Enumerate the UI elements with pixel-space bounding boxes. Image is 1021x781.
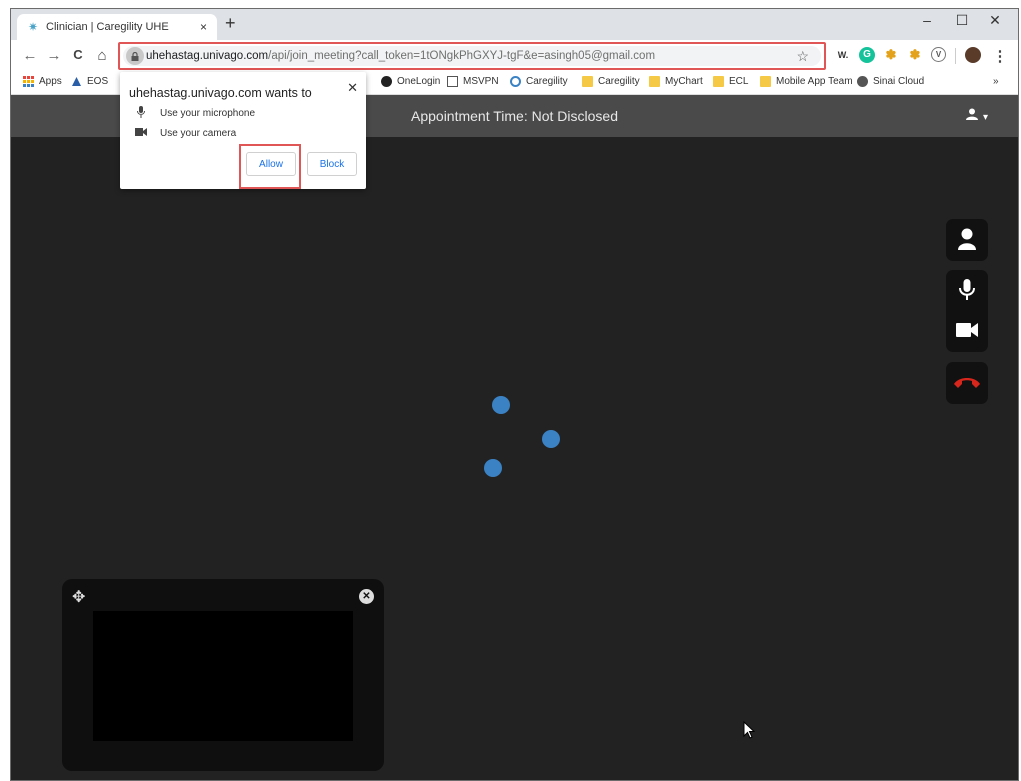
person-icon (958, 228, 976, 250)
new-tab-button[interactable]: + (225, 13, 236, 34)
browser-window: ✷ Clinician | Caregility UHE × + – ☐ ✕ ←… (10, 8, 1019, 781)
chevron-down-icon: ▾ (982, 112, 988, 123)
bookmark-label: Caregility (526, 76, 568, 87)
bookmark-ecl[interactable]: ECL (713, 76, 748, 87)
forward-button[interactable]: → (45, 47, 63, 64)
video-stage: ✥ ✕ (11, 137, 1018, 780)
microphone-icon (134, 106, 148, 121)
toolbar-divider (955, 48, 956, 64)
tab-strip: ✷ Clinician | Caregility UHE × + – ☐ ✕ (11, 9, 1018, 40)
video-camera-icon (134, 128, 148, 139)
bookmark-mychart[interactable]: MyChart (649, 76, 703, 87)
phone-hangup-icon (954, 378, 980, 388)
address-bar[interactable]: uhehastag.univago.com/api/join_meeting?c… (123, 46, 821, 66)
loading-dot (484, 459, 502, 477)
bookmark-mobile-app-team[interactable]: Mobile App Team (760, 76, 853, 87)
reload-button[interactable]: C (69, 47, 87, 62)
user-menu-button[interactable]: ▾ (965, 107, 988, 123)
bookmark-star-icon[interactable]: ☆ (796, 48, 809, 65)
home-button[interactable]: ⌂ (93, 47, 111, 64)
loading-dot (542, 430, 560, 448)
minimize-button[interactable]: – (911, 12, 943, 28)
video-camera-icon (956, 323, 978, 337)
globe-icon (857, 76, 868, 87)
microphone-button[interactable] (946, 270, 988, 310)
bookmark-label: OneLogin (397, 76, 441, 87)
allow-button[interactable]: Allow (246, 152, 296, 176)
appointment-time: Appointment Time: Not Disclosed (411, 108, 618, 124)
bookmark-onelogin[interactable]: OneLogin (381, 76, 440, 87)
eos-icon (71, 76, 82, 87)
vpn-icon[interactable]: V (931, 47, 946, 62)
participant-button[interactable] (946, 219, 988, 259)
window-close-button[interactable]: ✕ (979, 12, 1011, 29)
bookmark-apps-label: Apps (39, 76, 62, 87)
folder-icon (760, 76, 771, 87)
self-view-video (93, 611, 353, 741)
permission-popup: uhehastag.univago.com wants to ✕ Use you… (120, 72, 366, 189)
bookmark-apps[interactable]: Apps (23, 76, 62, 87)
permission-camera-label: Use your camera (160, 128, 237, 139)
url-path: /api/join_meeting?call_token=1tONgkPhGXY… (268, 50, 656, 62)
browser-toolbar: ← → C ⌂ uhehastag.univago.com/api/join_m… (11, 40, 1018, 72)
tab-title: Clinician | Caregility UHE (46, 21, 169, 33)
bookmarks-overflow[interactable]: » (993, 76, 999, 87)
microphone-icon (959, 279, 975, 300)
hang-up-button[interactable] (946, 362, 988, 402)
block-button[interactable]: Block (307, 152, 357, 176)
popup-close-icon[interactable]: ✕ (347, 80, 358, 96)
close-self-view-icon[interactable]: ✕ (359, 589, 374, 604)
url-host: uhehastag.univago.com (146, 50, 269, 62)
folder-icon (649, 76, 660, 87)
profile-avatar[interactable] (965, 47, 981, 63)
camera-button[interactable] (946, 310, 988, 350)
mouse-cursor-icon (743, 721, 755, 739)
pinwheel-icon-2[interactable]: ✽ (907, 47, 923, 63)
pinwheel-icon-1[interactable]: ✽ (883, 47, 899, 63)
user-icon (966, 108, 979, 120)
participant-control (946, 219, 988, 261)
permission-microphone: Use your microphone (134, 106, 255, 121)
tab-active[interactable]: ✷ Clinician | Caregility UHE × (17, 14, 217, 40)
bookmark-eos-label: EOS (87, 76, 109, 87)
permission-camera: Use your camera (134, 128, 236, 139)
tab-close-icon[interactable]: × (200, 20, 207, 34)
popup-title: uhehastag.univago.com wants to (129, 86, 312, 100)
bookmark-label: Sinai Cloud (873, 76, 925, 87)
self-view-panel[interactable]: ✥ ✕ (62, 579, 384, 771)
bookmark-label: ECL (729, 76, 749, 87)
address-bar-highlight: uhehastag.univago.com/api/join_meeting?c… (118, 42, 826, 70)
back-button[interactable]: ← (21, 47, 39, 64)
onelogin-icon (381, 76, 392, 87)
bookmark-label: Mobile App Team (776, 76, 853, 87)
bookmark-msvpn[interactable]: MSVPN (447, 76, 499, 87)
maximize-button[interactable]: ☐ (946, 12, 978, 29)
bookmark-caregility-2[interactable]: Caregility (582, 76, 640, 87)
page-icon (447, 76, 458, 87)
grammarly-icon[interactable]: G (859, 47, 875, 63)
browser-menu-button[interactable]: ⋮ (991, 47, 1009, 65)
caregility-icon (510, 76, 521, 87)
move-icon[interactable]: ✥ (72, 587, 85, 607)
w-extension-icon[interactable]: W. (835, 47, 851, 63)
permission-mic-label: Use your microphone (160, 108, 256, 119)
bookmark-caregility-1[interactable]: Caregility (510, 76, 568, 87)
caregility-favicon-icon: ✷ (27, 20, 39, 34)
loading-dot (492, 396, 510, 414)
bookmark-sinai-cloud[interactable]: Sinai Cloud (857, 76, 924, 87)
media-controls (946, 270, 988, 352)
bookmark-label: MyChart (665, 76, 703, 87)
folder-icon (713, 76, 724, 87)
apps-grid-icon (23, 76, 34, 87)
hangup-control (946, 362, 988, 404)
bookmark-label: MSVPN (463, 76, 499, 87)
bookmark-label: Caregility (598, 76, 640, 87)
folder-icon (582, 76, 593, 87)
bookmark-eos[interactable]: EOS (71, 76, 108, 87)
lock-icon[interactable] (126, 47, 144, 65)
